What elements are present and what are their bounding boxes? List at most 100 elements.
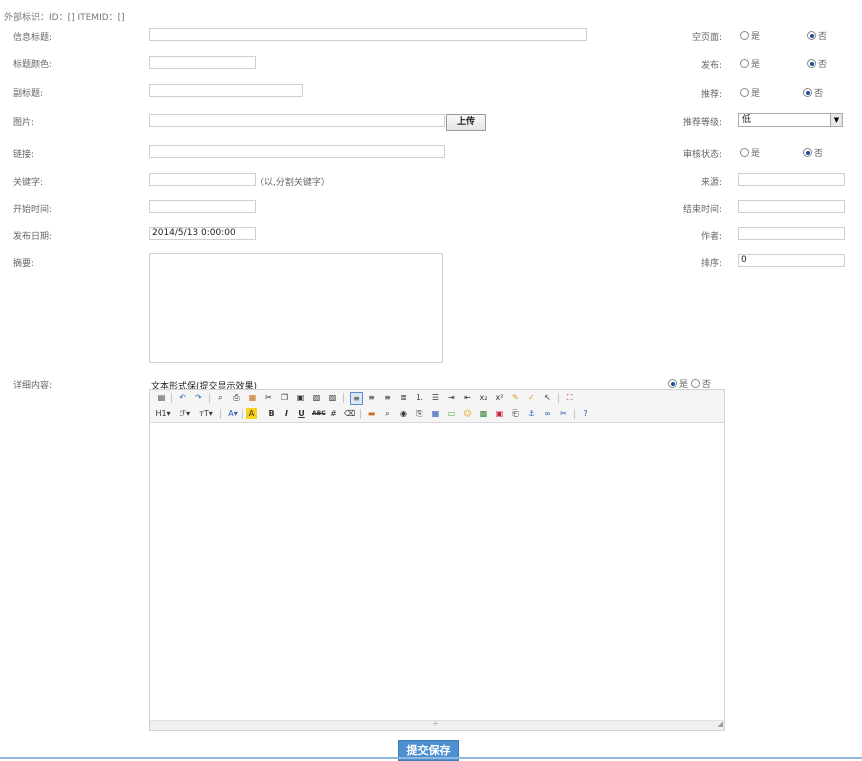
insert-table-icon[interactable]: ▦ [430,408,441,419]
outdent-icon[interactable]: ⇤ [462,392,473,403]
unlink-icon[interactable]: ✂ [558,408,569,419]
summary-textarea[interactable] [149,253,443,363]
recommend-radio-no[interactable]: 否 [803,86,823,99]
keywords-input[interactable] [149,173,256,186]
recommend-no-radio[interactable] [803,88,812,97]
find-replace-icon[interactable]: ⌕ [382,408,393,419]
toolbar-separator [220,409,221,419]
font-color-icon[interactable]: A▾ [226,408,240,419]
empty-page-no-radio[interactable] [807,31,816,40]
page-break-icon[interactable]: ⎗ [510,408,521,419]
insert-hr-icon[interactable]: ▭ [446,408,457,419]
text-mode-yes-radio[interactable] [668,379,677,388]
rich-text-editor[interactable]: ▤ ↶ ↷ ⌕ ⎙ ▦ ✂ ❐ ▣ ▧ ▨ ≡ ≡ ≡ ≣ ⒈ ☰ ⇥ ⇤ x₂… [149,389,725,731]
image-input[interactable] [149,114,445,127]
editor-content-area[interactable] [150,423,724,721]
anchor-icon[interactable]: ⚓ [526,408,537,419]
undo-icon[interactable]: ↶ [177,392,188,403]
superscript-icon[interactable]: x² [494,392,505,403]
insert-media-icon[interactable]: ▣ [494,408,505,419]
review-radio-yes[interactable]: 是 [740,146,760,159]
empty-page-radio-no[interactable]: 否 [807,29,827,42]
heading-dropdown[interactable]: H1▾ [154,408,172,419]
subtitle-input[interactable] [149,84,303,97]
source-code-icon[interactable]: ▤ [156,392,167,403]
title-color-label: 标题颜色: [13,60,53,70]
link-input[interactable] [149,145,445,158]
italic-button[interactable]: I [281,408,292,419]
bold-button[interactable]: B [266,408,277,419]
clear-format-icon[interactable]: ✎ [510,392,521,403]
start-time-input[interactable] [149,200,256,213]
link-label: 链接: [13,150,35,160]
dropdown-arrow-icon[interactable]: ▼ [830,114,842,126]
resize-handle-icon[interactable]: ÷ [432,719,439,728]
help-icon[interactable]: ? [580,408,591,419]
emoticon-icon[interactable]: ☺ [462,408,473,419]
review-yes-radio[interactable] [740,148,749,157]
publish-no-radio[interactable] [807,59,816,68]
font-family-dropdown[interactable]: ℱ▾ [178,408,192,419]
recommend-level-select[interactable]: 低 ▼ [738,113,843,127]
text-mode-no-radio[interactable] [690,379,700,388]
align-center-icon[interactable]: ≡ [366,392,377,403]
pointer-icon[interactable]: ↖ [542,392,553,403]
eraser-icon[interactable]: ⌫ [344,408,355,419]
link-icon[interactable]: ∞ [542,408,553,419]
align-left-icon[interactable]: ≡ [350,392,363,405]
table-grid-icon[interactable]: # [328,408,339,419]
flash-icon[interactable]: ◉ [398,408,409,419]
publish-radio-yes[interactable]: 是 [740,57,760,70]
upload-button[interactable]: 上传 [446,114,486,131]
align-right-icon[interactable]: ≡ [382,392,393,403]
image-label: 图片: [13,118,35,128]
editor-resize-bar[interactable]: ÷ ◢ [150,719,724,730]
font-size-dropdown[interactable]: тT▾ [198,408,214,419]
source-input[interactable] [738,173,845,186]
publish-yes-radio[interactable] [740,59,749,68]
recommend-radio-yes[interactable]: 是 [740,86,760,99]
publish-radio-no[interactable]: 否 [807,57,827,70]
review-no-radio[interactable] [803,148,812,157]
copy-icon[interactable]: ❐ [279,392,290,403]
empty-page-no-label: 否 [818,32,828,42]
author-input[interactable] [738,227,845,240]
review-status-label: 审核状态: [682,150,722,160]
sort-input[interactable]: 0 [738,254,845,267]
corner-resize-icon[interactable]: ◢ [718,720,723,728]
empty-page-radio-yes[interactable]: 是 [740,29,760,42]
align-justify-icon[interactable]: ≣ [398,392,409,403]
ordered-list-icon[interactable]: ⒈ [414,392,425,403]
insert-line-icon[interactable]: ▬ [366,408,377,419]
subscript-icon[interactable]: x₂ [478,392,489,403]
title-color-input[interactable] [149,56,256,69]
paste-text-icon[interactable]: ▧ [311,392,322,403]
fullscreen-icon[interactable]: ⛶ [564,392,575,403]
publish-date-input[interactable]: 2014/5/13 0:00:00 [149,227,256,240]
recommend-yes-radio[interactable] [740,88,749,97]
redo-icon[interactable]: ↷ [193,392,204,403]
preview-icon[interactable]: ⌕ [215,392,226,403]
title-input[interactable] [149,28,587,41]
review-radio-no[interactable]: 否 [803,146,823,159]
paste-word-icon[interactable]: ▨ [327,392,338,403]
empty-page-yes-radio[interactable] [740,31,749,40]
strikethrough-button[interactable]: ABC [312,408,326,419]
keywords-hint: （以,分割关键字） [255,178,330,188]
review-yes-label: 是 [751,149,761,159]
cut-icon[interactable]: ✂ [263,392,274,403]
publish-no-label: 否 [818,60,828,70]
unordered-list-icon[interactable]: ☰ [430,392,441,403]
recommend-level-label: 推荐等级: [682,118,722,128]
end-time-input[interactable] [738,200,845,213]
template-icon[interactable]: ▦ [247,392,258,403]
paste-icon[interactable]: ▣ [295,392,306,403]
highlight-color-icon[interactable]: A [246,408,257,419]
insert-image-icon[interactable]: ▩ [478,408,489,419]
print-icon[interactable]: ⎙ [231,392,242,403]
empty-page-yes-label: 是 [751,32,761,42]
underline-button[interactable]: U [296,408,307,419]
select-all-icon[interactable]: ✓ [526,392,537,403]
attachment-icon[interactable]: ⎘ [414,408,425,419]
indent-icon[interactable]: ⇥ [446,392,457,403]
